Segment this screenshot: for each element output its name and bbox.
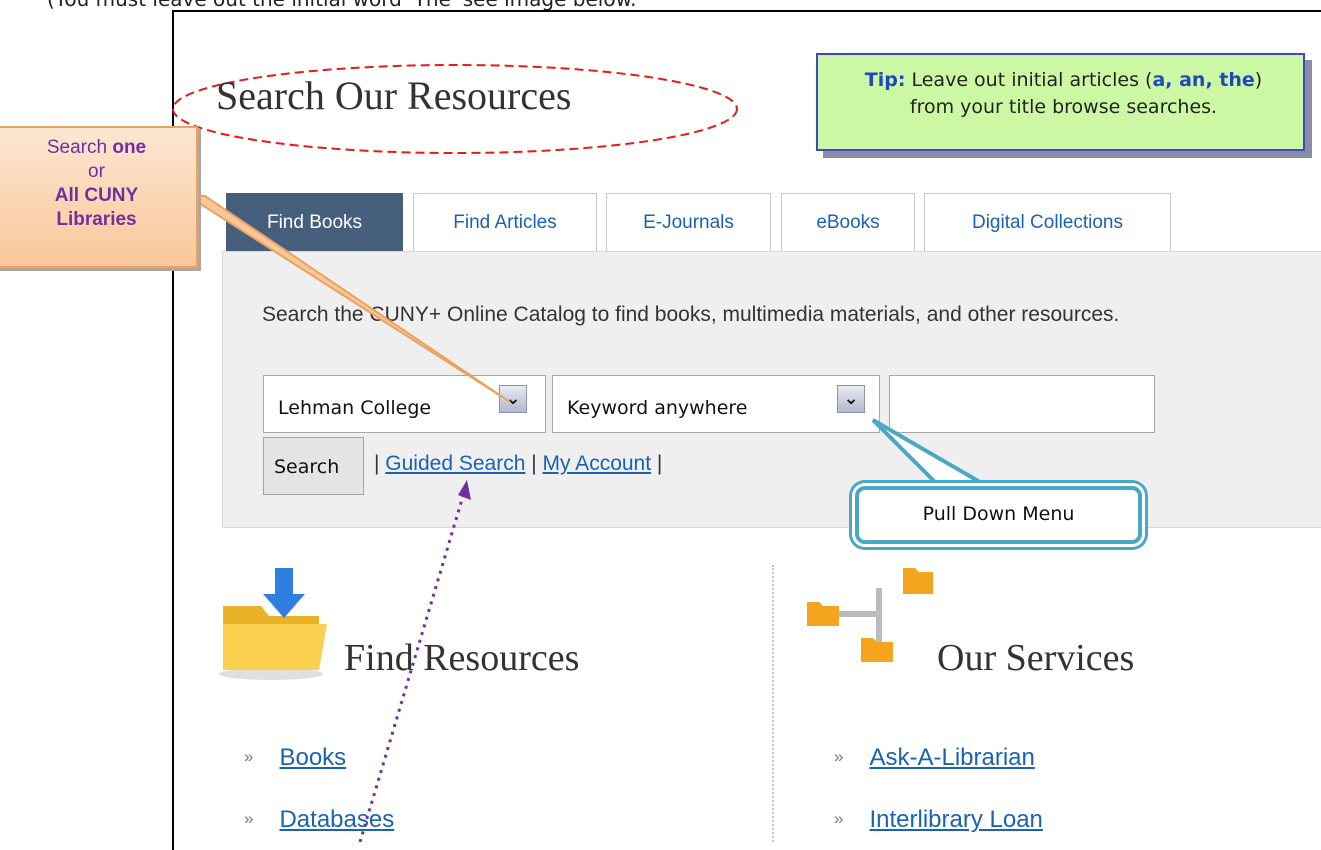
bullet: »	[834, 747, 844, 766]
pull-down-menu-callout: Pull Down Menu	[855, 486, 1142, 544]
column-divider	[772, 565, 774, 842]
tip-callout: Tip: Leave out initial articles (a, an, …	[816, 53, 1305, 151]
page-title: Search Our Resources	[216, 73, 572, 118]
list-item: » Interlibrary Loan	[834, 806, 1043, 834]
list-item: » Databases	[244, 806, 394, 834]
ask-a-librarian-link[interactable]: Ask-A-Librarian	[869, 744, 1034, 771]
link-separator: |	[525, 452, 543, 475]
callout-left-or: or	[88, 161, 105, 182]
search-field-select[interactable]: Keyword anywhere ⌄	[552, 375, 880, 433]
tab-digital-collections[interactable]: Digital Collections	[924, 193, 1171, 251]
bullet: »	[834, 809, 844, 828]
search-field-select-value: Keyword anywhere	[567, 397, 748, 419]
callout-left-one: one	[112, 137, 147, 158]
search-description: Search the CUNY+ Online Catalog to find …	[262, 303, 1120, 326]
search-links: | Guided Search | My Account |	[374, 452, 662, 476]
folder-download-icon	[219, 568, 327, 680]
guided-search-link[interactable]: Guided Search	[385, 452, 525, 475]
tip-label: Tip:	[864, 69, 906, 91]
callout-left-line4: Libraries	[56, 209, 137, 230]
library-callout: Search one or All CUNY Libraries	[0, 126, 198, 268]
tip-articles: a, an, the	[1152, 69, 1255, 91]
tip-text-1: Leave out initial articles (	[905, 69, 1153, 91]
databases-link[interactable]: Databases	[279, 806, 394, 833]
search-button[interactable]: Search	[263, 437, 364, 495]
library-select[interactable]: Lehman College ⌄	[263, 375, 546, 433]
books-link[interactable]: Books	[279, 744, 346, 771]
link-separator: |	[374, 452, 386, 475]
list-item: » Ask-A-Librarian	[834, 744, 1035, 772]
bullet: »	[244, 747, 254, 766]
interlibrary-loan-link[interactable]: Interlibrary Loan	[869, 806, 1042, 833]
my-account-link[interactable]: My Account	[543, 452, 652, 475]
chevron-down-icon[interactable]: ⌄	[837, 385, 865, 413]
link-separator: |	[651, 452, 663, 475]
search-input[interactable]	[889, 375, 1155, 433]
library-select-value: Lehman College	[278, 397, 432, 419]
our-services-title: Our Services	[937, 637, 1135, 679]
tab-ebooks[interactable]: eBooks	[781, 193, 915, 251]
folder-network-icon	[807, 568, 933, 662]
list-item: » Books	[244, 744, 346, 772]
callout-left-line1: Search	[46, 137, 113, 158]
tab-e-journals[interactable]: E-Journals	[606, 193, 771, 251]
chevron-down-icon[interactable]: ⌄	[499, 385, 527, 413]
find-resources-title: Find Resources	[344, 637, 580, 679]
tab-find-books[interactable]: Find Books	[226, 193, 403, 251]
tab-find-articles[interactable]: Find Articles	[413, 193, 597, 251]
bullet: »	[244, 809, 254, 828]
callout-left-line3: All CUNY	[54, 185, 139, 206]
